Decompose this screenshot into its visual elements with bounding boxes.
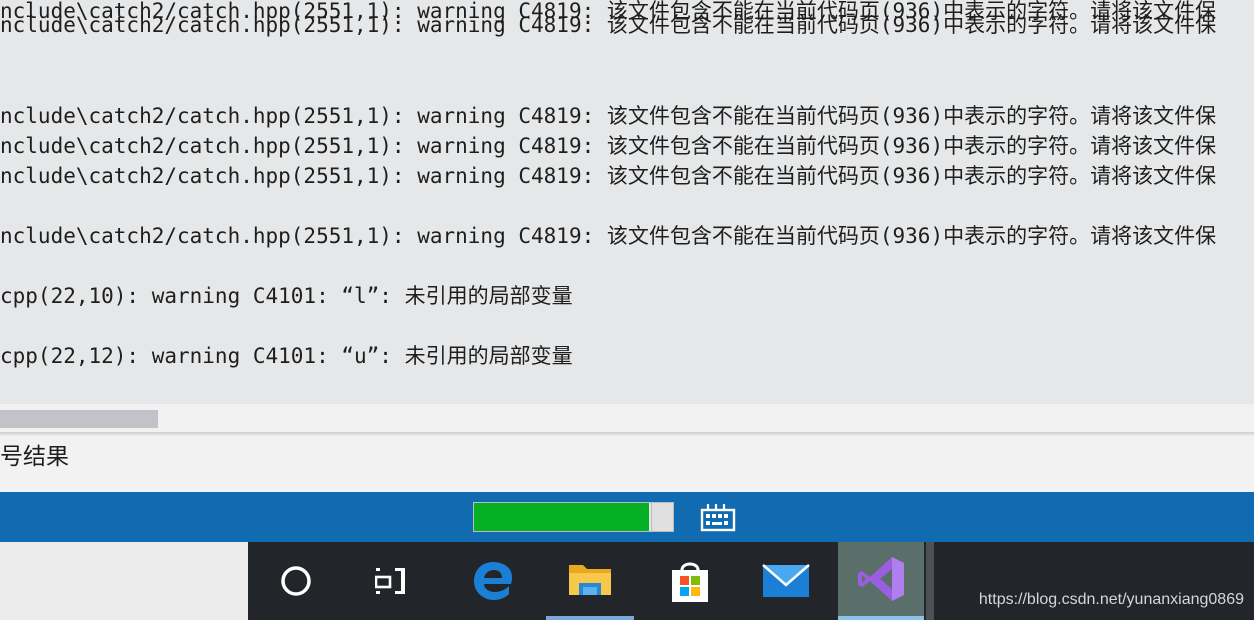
build-status-icon[interactable] xyxy=(700,502,736,532)
horizontal-scrollbar[interactable] xyxy=(0,404,1254,434)
taskbar-divider xyxy=(926,542,934,620)
task-view-icon[interactable] xyxy=(344,542,440,620)
status-bar xyxy=(0,492,1254,542)
log-line: nclude\catch2/catch.hpp(2551,1): warning… xyxy=(0,164,1217,188)
microsoft-store-icon[interactable] xyxy=(642,542,738,620)
edge-browser-icon[interactable] xyxy=(448,542,538,620)
log-line: nclude\catch2/catch.hpp(2551,1): warning… xyxy=(0,13,1217,37)
progress-cap xyxy=(651,503,673,531)
watermark-url: https://blog.csdn.net/yunanxiang0869 xyxy=(978,591,1244,608)
build-progress-bar xyxy=(473,502,674,532)
scrollbar-thumb[interactable] xyxy=(0,410,158,428)
file-explorer-icon[interactable] xyxy=(546,542,634,620)
log-line: nclude\catch2/catch.hpp(2551,1): warning… xyxy=(0,104,1217,128)
progress-fill xyxy=(474,503,650,531)
cortana-search-icon[interactable] xyxy=(248,542,344,620)
visual-studio-icon[interactable] xyxy=(838,542,924,620)
panel-tab-strip: 号结果 xyxy=(0,436,1254,492)
log-line: nclude\catch2/catch.hpp(2551,1): warning… xyxy=(0,134,1217,158)
log-line: cpp(22,10): warning C4101: “l”: 未引用的局部变量 xyxy=(0,284,573,308)
mail-icon[interactable] xyxy=(738,542,834,620)
log-line: cpp(22,12): warning C4101: “u”: 未引用的局部变量 xyxy=(0,344,573,368)
desktop-strip xyxy=(0,542,248,620)
tab-find-symbol-results[interactable]: 号结果 xyxy=(0,442,69,472)
output-pane[interactable]: nclude\catch2/catch.hpp(2551,1): warning… xyxy=(0,0,1254,404)
log-line: nclude\catch2/catch.hpp(2551,1): warning… xyxy=(0,224,1217,248)
taskbar: https://blog.csdn.net/yunanxiang0869 xyxy=(248,542,1254,620)
